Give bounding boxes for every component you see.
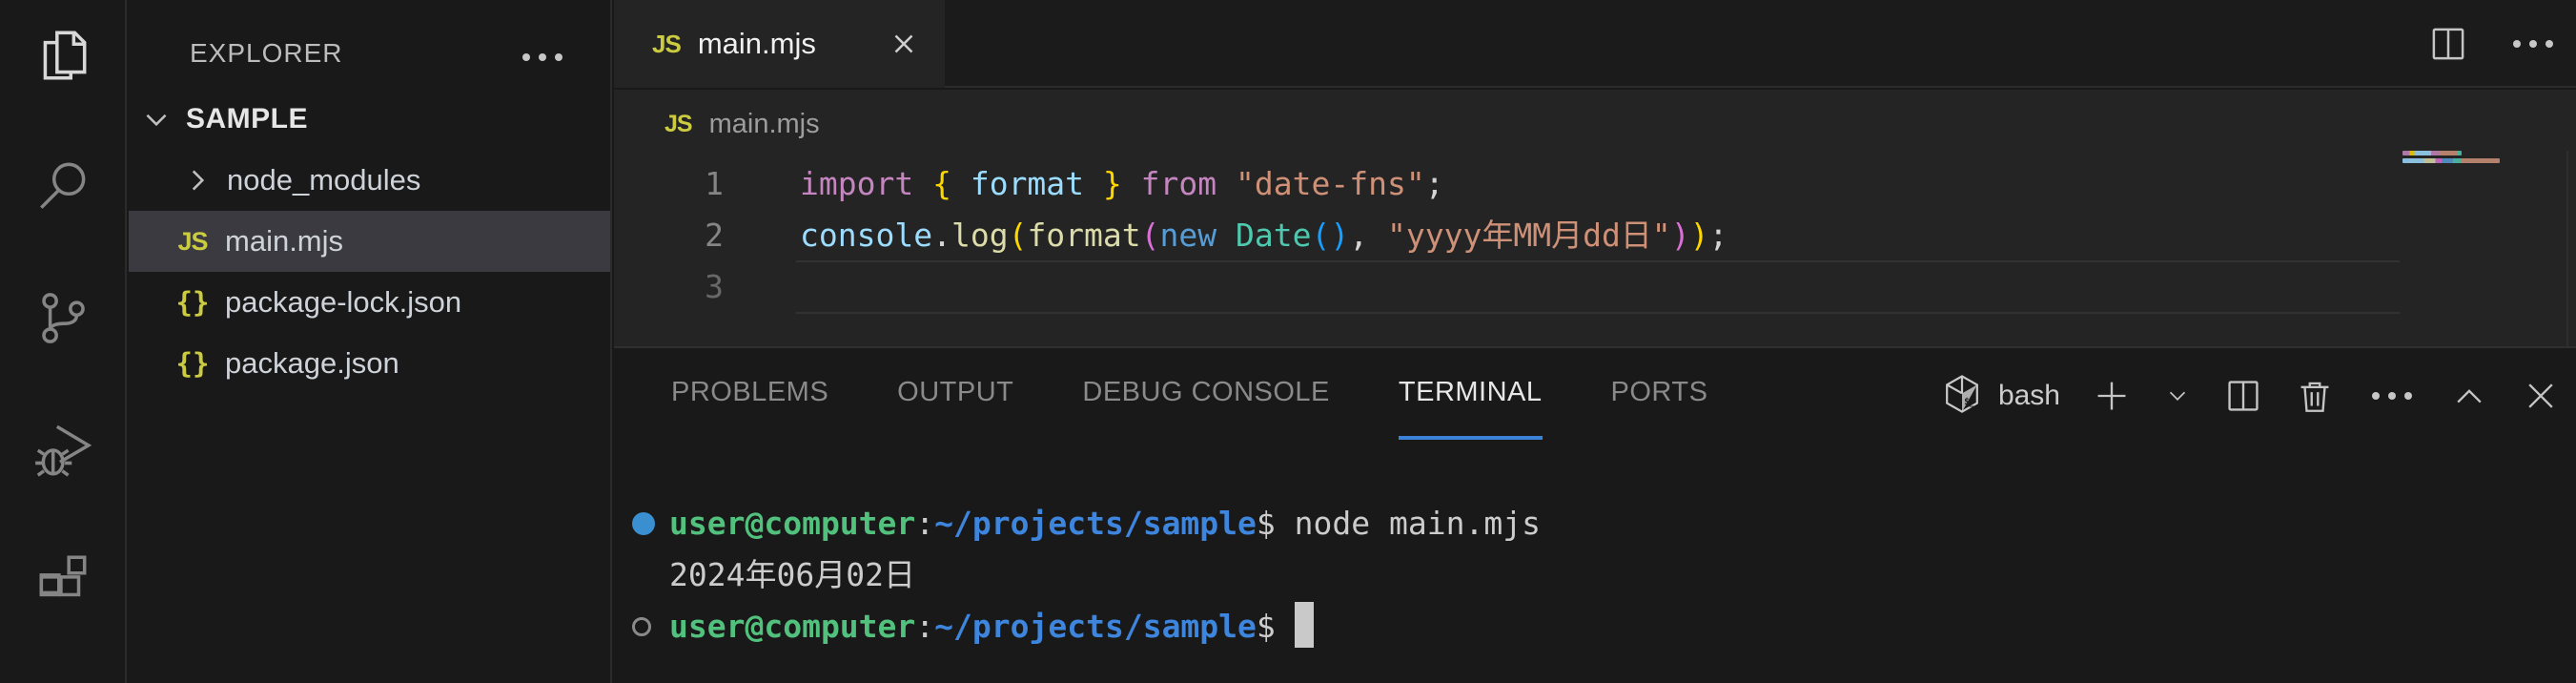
activity-run-debug-button[interactable]	[0, 395, 126, 527]
split-editor-icon[interactable]	[2427, 23, 2469, 65]
terminal-line: user@computer:~/projects/sample$ node ma…	[626, 498, 2495, 549]
folder-section-sample[interactable]: SAMPLE	[129, 89, 610, 150]
explorer-more-actions-button[interactable]	[517, 48, 568, 67]
prompt-command: node main.mjs	[1276, 498, 1541, 549]
search-icon	[31, 155, 94, 222]
shell-picker[interactable]: $_ bash	[1941, 373, 2060, 420]
file-tree: SAMPLE node_modules JS main.mjs {} package-l…	[129, 89, 610, 394]
file-item-package-lock.json[interactable]: {} package-lock.json	[129, 272, 610, 333]
explorer-header: EXPLORER	[129, 27, 610, 80]
code-editor[interactable]: JS main.mjs 1import { format } from "dat…	[614, 90, 2576, 346]
activity-bar	[0, 0, 127, 683]
prompt-user: user@computer	[669, 601, 915, 652]
files-icon	[31, 23, 94, 91]
activity-search-button[interactable]	[0, 132, 126, 263]
command-decoration-gutter	[626, 512, 669, 535]
command-decoration-gutter	[626, 617, 669, 636]
maximize-panel-chevron-up-icon[interactable]	[2449, 376, 2489, 416]
activity-extensions-button[interactable]	[0, 527, 126, 658]
chevron-down-icon	[140, 103, 173, 135]
explorer-title: EXPLORER	[190, 38, 343, 69]
json-file-icon: {}	[172, 286, 214, 319]
command-decoration-outline-circle[interactable]	[632, 617, 651, 636]
terminal-line: 2024年06月02日	[626, 549, 2495, 601]
tab-label: main.mjs	[698, 27, 816, 61]
prompt-dollar: $	[1257, 601, 1276, 652]
panel-header: PROBLEMS OUTPUT DEBUG CONSOLE TERMINAL PORTS…	[614, 348, 2576, 444]
prompt-user: user@computer	[669, 498, 915, 549]
js-file-icon: JS	[652, 30, 681, 59]
js-file-icon: JS	[172, 227, 214, 257]
code-line-1: 1import { format } from "date-fns";	[614, 158, 2576, 210]
tab-close-icon[interactable]	[888, 28, 920, 60]
command-decoration-filled-circle[interactable]	[632, 512, 655, 535]
prompt-path: ~/projects/sample	[934, 498, 1257, 549]
js-file-icon: JS	[664, 111, 692, 138]
code-line-content: import { format } from "date-fns";	[724, 158, 1444, 210]
json-file-icon: {}	[172, 347, 214, 380]
code-line-content: console.log(format(new Date(), "yyyy年MM月…	[724, 210, 1728, 261]
editor-more-actions-button[interactable]	[2507, 34, 2559, 53]
svg-text:$_: $_	[1964, 397, 1975, 407]
editor-group: JS main.mjs JS main.mjs 1import { format…	[614, 0, 2576, 683]
prompt-dollar: $	[1257, 498, 1276, 549]
explorer-sidebar: EXPLORER SAMPLE node_modules JS main.mjs {}…	[129, 0, 612, 683]
shell-label: bash	[1998, 380, 2060, 412]
editor-actions	[2427, 0, 2559, 88]
line-number: 3	[614, 261, 724, 313]
breadcrumb-file[interactable]: main.mjs	[709, 109, 820, 140]
panel-tab-problems[interactable]: PROBLEMS	[671, 348, 828, 440]
new-terminal-icon[interactable]	[2092, 376, 2132, 416]
code-lines: 1import { format } from "date-fns";2cons…	[614, 158, 2576, 313]
file-item-label: package.json	[225, 346, 399, 381]
line-number: 1	[614, 158, 724, 210]
tab-main-mjs[interactable]: JS main.mjs	[614, 0, 945, 88]
code-line-3: 3	[614, 261, 2576, 313]
prompt-path: ~/projects/sample	[934, 601, 1257, 652]
file-item-node_modules[interactable]: node_modules	[129, 150, 610, 211]
split-terminal-icon[interactable]	[2223, 376, 2263, 416]
terminal-picker-chevron-down-icon[interactable]	[2163, 382, 2192, 410]
file-item-main.mjs[interactable]: JS main.mjs	[129, 211, 610, 272]
file-item-label: package-lock.json	[225, 285, 461, 320]
terminal-output[interactable]: user@computer:~/projects/sample$ node ma…	[626, 498, 2495, 652]
terminal-line: user@computer:~/projects/sample$	[626, 601, 2495, 652]
breadcrumb: JS main.mjs	[664, 99, 820, 149]
source-control-icon	[31, 286, 94, 354]
extensions-icon	[31, 549, 94, 617]
line-number: 2	[614, 210, 724, 261]
panel-more-actions-button[interactable]	[2366, 386, 2418, 405]
close-panel-icon[interactable]	[2521, 376, 2561, 416]
code-line-2: 2console.log(format(new Date(), "yyyy年MM…	[614, 210, 2576, 261]
panel-tabs: PROBLEMS OUTPUT DEBUG CONSOLE TERMINAL PORTS	[671, 348, 1707, 444]
bash-terminal-icon: $_	[1941, 373, 1983, 420]
vscode-window: EXPLORER SAMPLE node_modules JS main.mjs {}…	[0, 0, 2576, 683]
activity-explorer-button[interactable]	[0, 0, 126, 132]
run-and-debug-icon	[31, 418, 94, 486]
minimap[interactable]	[2402, 151, 2569, 166]
terminal-output-text: 2024年06月02日	[669, 549, 915, 601]
code-line-content	[724, 261, 800, 313]
bottom-panel: PROBLEMS OUTPUT DEBUG CONSOLE TERMINAL PORTS…	[614, 346, 2576, 683]
panel-tab-debug-console[interactable]: DEBUG CONSOLE	[1082, 348, 1330, 440]
panel-tab-output[interactable]: OUTPUT	[897, 348, 1013, 440]
activity-source-control-button[interactable]	[0, 263, 126, 395]
panel-tab-terminal[interactable]: TERMINAL	[1399, 348, 1543, 440]
panel-tab-ports[interactable]: PORTS	[1611, 348, 1708, 440]
tab-bar: JS main.mjs	[614, 0, 2576, 88]
editor-scrollbar[interactable]	[2566, 151, 2568, 346]
section-label: SAMPLE	[186, 103, 308, 135]
file-item-package.json[interactable]: {} package.json	[129, 333, 610, 394]
prompt-colon: :	[915, 601, 934, 652]
terminal-cursor	[1295, 602, 1314, 648]
panel-actions: $_ bash	[1941, 348, 2561, 444]
chevron-right-icon	[181, 164, 214, 197]
file-item-label: node_modules	[227, 163, 420, 197]
prompt-colon: :	[915, 498, 934, 549]
file-list: node_modules JS main.mjs {} package-lock.jso…	[129, 150, 610, 394]
file-item-label: main.mjs	[225, 224, 343, 259]
kill-terminal-trash-icon[interactable]	[2295, 376, 2335, 416]
